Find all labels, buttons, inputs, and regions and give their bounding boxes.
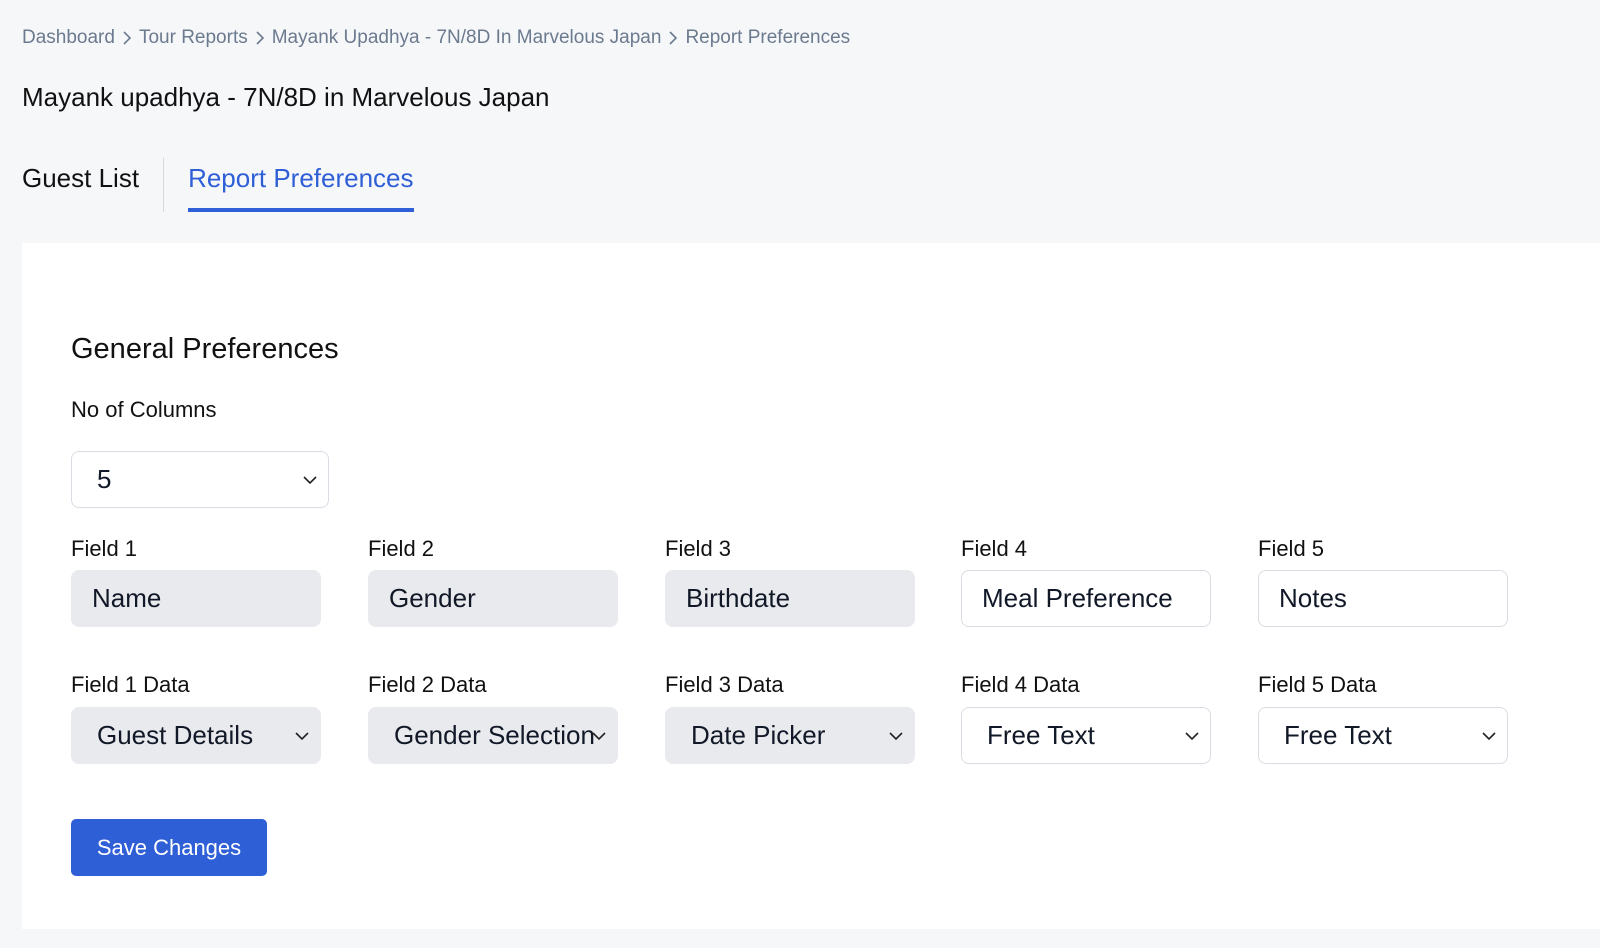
breadcrumb-tour-reports[interactable]: Tour Reports xyxy=(139,27,248,49)
field-2-data-label: Field 2 Data xyxy=(368,672,487,697)
field-1-data-select[interactable]: Guest Details xyxy=(71,707,321,764)
field-5-data-label: Field 5 Data xyxy=(1258,672,1377,697)
page-title: Mayank upadhya - 7N/8D in Marvelous Japa… xyxy=(22,82,550,112)
field-4-data-label: Field 4 Data xyxy=(961,672,1080,697)
chevron-down-icon xyxy=(889,731,903,740)
field-3-data-value: Date Picker xyxy=(691,720,826,750)
chevron-right-icon xyxy=(115,28,139,48)
field-1-data-value: Guest Details xyxy=(97,720,254,750)
breadcrumb-dashboard[interactable]: Dashboard xyxy=(22,27,115,49)
chevron-down-icon xyxy=(1482,731,1496,740)
breadcrumb: Dashboard Tour Reports Mayank Upadhya - … xyxy=(22,24,850,52)
columns-select[interactable]: 5 xyxy=(71,451,329,508)
field-2-data-select[interactable]: Gender Selection xyxy=(368,707,618,764)
chevron-down-icon xyxy=(592,731,606,740)
field-2-label: Field 2 xyxy=(368,536,435,561)
field-1-label: Field 1 xyxy=(71,536,138,561)
field-4-label: Field 4 xyxy=(961,536,1028,561)
chevron-down-icon xyxy=(1185,731,1199,740)
field-4-data-select[interactable]: Free Text xyxy=(961,707,1211,764)
section-title: General Preferences xyxy=(71,333,339,365)
tab-bar: Guest List Report Preferences xyxy=(22,158,414,214)
field-3-data-select[interactable]: Date Picker xyxy=(665,707,915,764)
field-3-input[interactable]: Birthdate xyxy=(665,570,915,627)
tab-report-preferences[interactable]: Report Preferences xyxy=(188,158,414,212)
breadcrumb-tour[interactable]: Mayank Upadhya - 7N/8D In Marvelous Japa… xyxy=(272,27,662,49)
field-3-label: Field 3 xyxy=(665,536,732,561)
chevron-right-icon xyxy=(661,28,685,48)
chevron-right-icon xyxy=(248,28,272,48)
columns-label: No of Columns xyxy=(71,397,217,422)
preferences-panel: General Preferences No of Columns 5 Fiel… xyxy=(22,243,1600,929)
field-4-data-value: Free Text xyxy=(987,720,1095,750)
field-5-label: Field 5 xyxy=(1258,536,1325,561)
chevron-down-icon xyxy=(303,475,317,484)
field-1-input[interactable]: Name xyxy=(71,570,321,627)
field-5-data-value: Free Text xyxy=(1284,720,1392,750)
field-3-data-label: Field 3 Data xyxy=(665,672,784,697)
tab-guest-list[interactable]: Guest List xyxy=(22,158,163,212)
field-5-data-select[interactable]: Free Text xyxy=(1258,707,1508,764)
tab-divider xyxy=(163,158,165,212)
chevron-down-icon xyxy=(295,731,309,740)
field-4-input[interactable]: Meal Preference xyxy=(961,570,1211,627)
field-1-data-label: Field 1 Data xyxy=(71,672,190,697)
field-5-input[interactable]: Notes xyxy=(1258,570,1508,627)
breadcrumb-report-preferences: Report Preferences xyxy=(685,27,851,48)
save-changes-button[interactable]: Save Changes xyxy=(71,819,267,876)
field-2-data-value: Gender Selection xyxy=(394,720,595,750)
columns-select-value: 5 xyxy=(97,464,112,494)
field-2-input[interactable]: Gender xyxy=(368,570,618,627)
